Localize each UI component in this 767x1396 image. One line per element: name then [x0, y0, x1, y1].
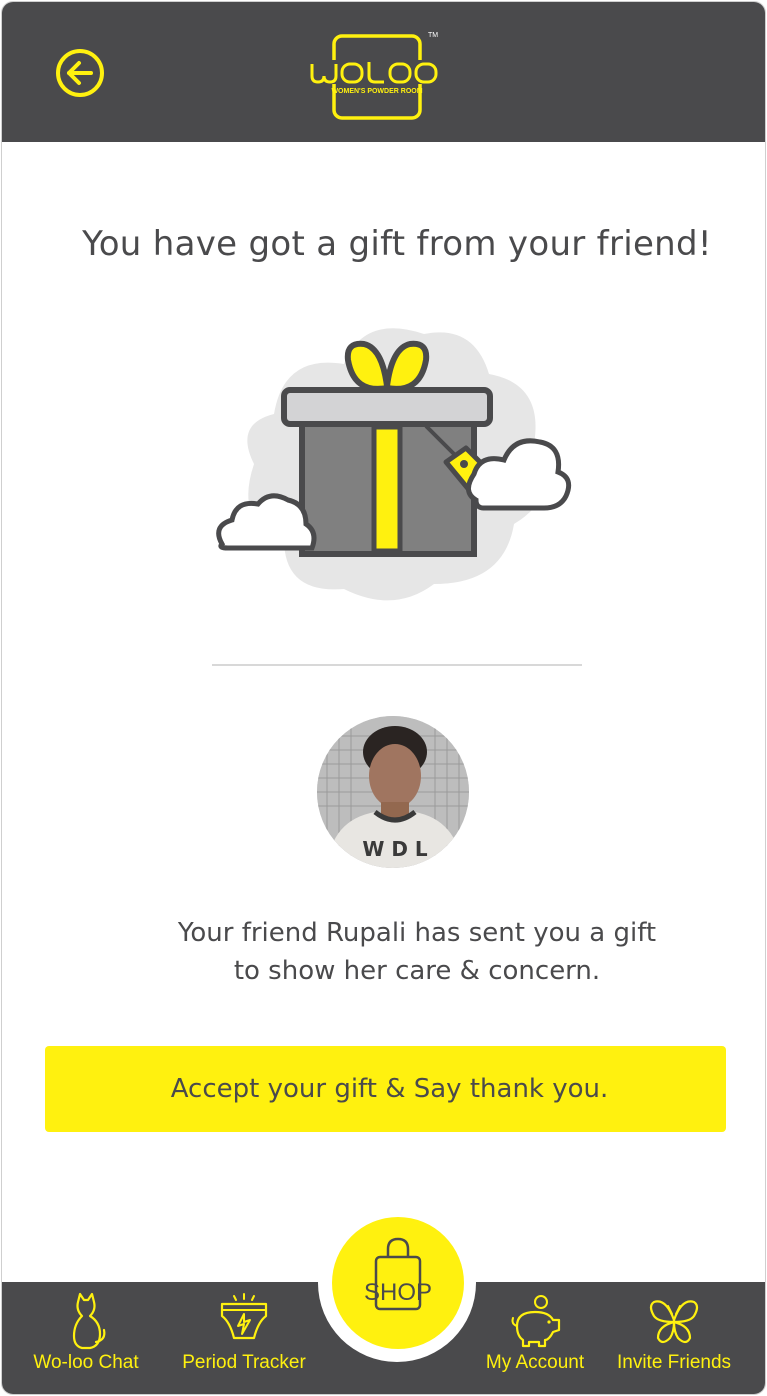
back-button[interactable] [54, 47, 106, 99]
gift-box-icon [216, 328, 572, 601]
woloo-logo: WOMEN'S POWDER ROOM [306, 34, 448, 120]
logo-tagline: WOMEN'S POWDER ROOM [331, 88, 422, 95]
cat-icon [72, 1292, 106, 1350]
nav-label-period-tracker: Period Tracker [182, 1352, 306, 1373]
nav-item-invite-friends[interactable]: Invite Friends [604, 1292, 744, 1392]
nav-item-period-tracker[interactable]: Period Tracker [174, 1292, 314, 1392]
gift-message: Your friend Rupali has sent you a gift t… [122, 914, 712, 990]
trademark-mark: TM [428, 32, 439, 39]
shop-button-label: SHOP [363, 1279, 432, 1306]
section-divider [212, 664, 582, 666]
nav-label-invite-friends: Invite Friends [616, 1352, 732, 1373]
gift-message-line-2: to show her care & concern. [233, 956, 601, 986]
nav-label-my-account: My Account [485, 1352, 585, 1373]
gift-message-line-1: Your friend Rupali has sent you a gift [177, 918, 657, 948]
page-title: You have got a gift from your friend! [82, 224, 712, 264]
nav-item-my-account[interactable]: My Account [472, 1292, 598, 1392]
nav-label-woloo-chat: Wo-loo Chat [33, 1352, 139, 1373]
header-bar: WOMEN'S POWDER ROOM TM [2, 2, 765, 142]
avatar: W D L [317, 716, 469, 868]
nav-item-woloo-chat[interactable]: Wo-loo Chat [26, 1292, 146, 1392]
butterfly-icon [649, 1300, 699, 1344]
accept-gift-button-label: Accept your gift & Say thank you. [170, 1074, 609, 1104]
piggy-bank-icon [511, 1295, 561, 1348]
period-underwear-icon [220, 1293, 268, 1340]
shop-button[interactable]: SHOP [332, 1217, 464, 1349]
app-frame: WOMEN'S POWDER ROOM TM You have got a gi… [1, 1, 766, 1395]
arrow-left-circle-icon [56, 49, 104, 97]
friend-avatar-photo: W D L [317, 716, 469, 868]
accept-gift-button[interactable]: Accept your gift & Say thank you. [45, 1046, 726, 1132]
svg-text:W D L: W D L [362, 837, 428, 861]
